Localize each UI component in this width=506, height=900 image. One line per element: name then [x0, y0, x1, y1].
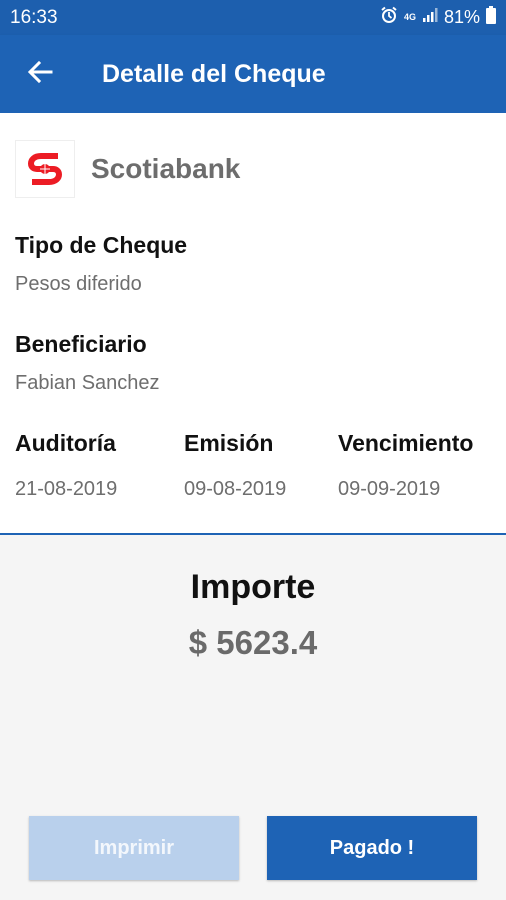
emision-value: 09-08-2019 [184, 478, 287, 500]
bank-name: Scotiabank [91, 153, 241, 184]
signal-icon [422, 7, 438, 28]
app-bar: Detalle del Cheque [0, 35, 506, 113]
alarm-icon [380, 6, 398, 29]
arrow-left-icon [27, 60, 53, 89]
battery-icon [486, 6, 496, 29]
importe-label: Importe [190, 568, 316, 606]
paid-button[interactable]: Pagado ! [267, 816, 477, 880]
tipo-cheque-value: Pesos diferido [15, 273, 142, 295]
auditoria-value: 21-08-2019 [15, 478, 118, 500]
beneficiario-value: Fabian Sanchez [15, 372, 160, 394]
back-button[interactable] [0, 35, 80, 113]
auditoria-label: Auditoría [15, 430, 116, 456]
bank-row: Scotiabank [16, 141, 240, 197]
network-4g-icon: 4G [403, 12, 416, 22]
tipo-cheque-label: Tipo de Cheque [15, 232, 188, 258]
importe-value: $ 5623.4 [188, 624, 318, 661]
status-time: 16:33 [10, 6, 58, 28]
page-title: Detalle del Cheque [102, 59, 326, 88]
status-bar: 16:33 4G 81% [0, 0, 506, 35]
status-icons: 4G 81% [380, 6, 496, 29]
cheque-details-card: Scotiabank Tipo de Cheque Pesos diferido… [0, 113, 506, 535]
vencimiento-label: Vencimiento [338, 430, 474, 456]
vencimiento-value: 09-09-2019 [338, 478, 441, 500]
emision-label: Emisión [184, 430, 274, 456]
print-button[interactable]: Imprimir [29, 816, 239, 880]
beneficiario-label: Beneficiario [15, 331, 147, 357]
battery-percentage: 81% [443, 7, 480, 27]
scotiabank-logo [16, 141, 74, 197]
